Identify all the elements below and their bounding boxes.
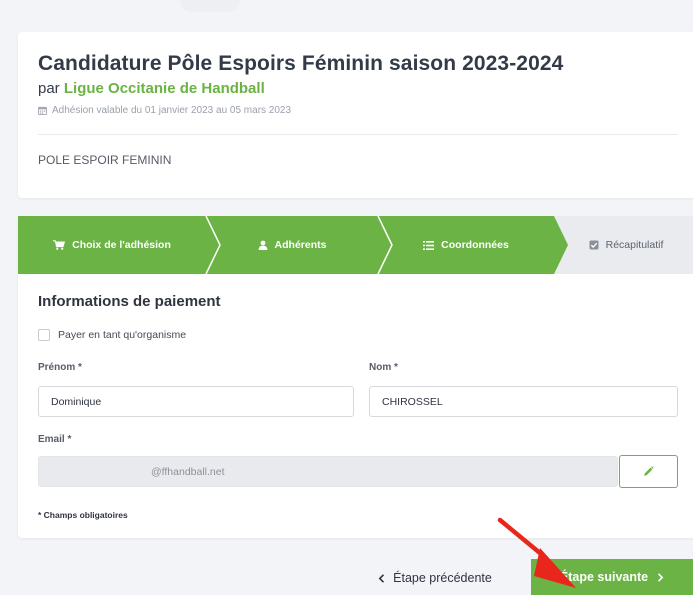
step-adherents[interactable]: Adhérents	[206, 216, 378, 274]
organization-checkbox-label: Payer en tant qu'organisme	[58, 329, 187, 341]
validity-line: Adhésion valable du 01 janvier 2023 au 0…	[38, 105, 678, 116]
payment-form-card: Récapitulatif Coordonnées Adhérents Choi…	[18, 216, 693, 538]
step-recapitulatif[interactable]: Récapitulatif	[554, 216, 693, 274]
step-label: Récapitulatif	[605, 239, 664, 251]
email-input[interactable]: @ffhandball.net	[38, 456, 618, 487]
membership-category: POLE ESPOIR FEMININ	[38, 153, 172, 167]
page-title: Candidature Pôle Espoirs Féminin saison …	[38, 52, 564, 75]
user-icon	[258, 240, 267, 250]
step-label: Choix de l'adhésion	[72, 239, 171, 251]
last-name-label: Nom *	[369, 362, 398, 373]
step-coordonnees[interactable]: Coordonnées	[378, 216, 554, 274]
next-step-label: Étape suivante	[559, 570, 649, 584]
progress-steps: Récapitulatif Coordonnées Adhérents Choi…	[18, 216, 693, 274]
checkbox-icon	[589, 240, 599, 250]
step-label: Adhérents	[274, 239, 327, 251]
top-decoration	[180, 0, 240, 12]
chevron-left-icon	[378, 573, 385, 583]
calendar-icon	[38, 106, 47, 115]
step-separator	[198, 216, 221, 274]
previous-step-label: Étape précédente	[393, 571, 492, 585]
required-fields-note: * Champs obligatoires	[38, 510, 128, 520]
previous-step-button[interactable]: Étape précédente	[360, 562, 510, 594]
email-label: Email *	[38, 434, 72, 445]
next-step-button[interactable]: Étape suivante	[531, 559, 693, 595]
first-name-label: Prénom *	[38, 362, 82, 373]
organization-name: Ligue Occitanie de Handball	[63, 80, 265, 97]
by-prefix: par	[38, 80, 60, 97]
step-separator	[370, 216, 393, 274]
step-choix-adhesion[interactable]: Choix de l'adhésion	[18, 216, 206, 274]
organization-checkbox-row[interactable]: Payer en tant qu'organisme	[38, 329, 186, 341]
organization-checkbox[interactable]	[38, 329, 50, 341]
cart-icon	[53, 240, 66, 250]
membership-header-card: Candidature Pôle Espoirs Féminin saison …	[18, 32, 693, 198]
step-separator	[546, 216, 568, 274]
organizer-line: par Ligue Occitanie de Handball	[38, 80, 678, 97]
edit-email-button[interactable]	[619, 455, 678, 488]
header-divider	[38, 134, 678, 135]
first-name-input[interactable]: Dominique	[38, 386, 354, 417]
chevron-right-icon	[658, 572, 664, 582]
last-name-input[interactable]: CHIROSSEL	[369, 386, 678, 417]
validity-text: Adhésion valable du 01 janvier 2023 au 0…	[52, 105, 292, 116]
pencil-icon	[644, 466, 654, 476]
section-title: Informations de paiement	[38, 293, 221, 310]
list-icon	[423, 240, 435, 250]
step-label: Coordonnées	[441, 239, 509, 251]
